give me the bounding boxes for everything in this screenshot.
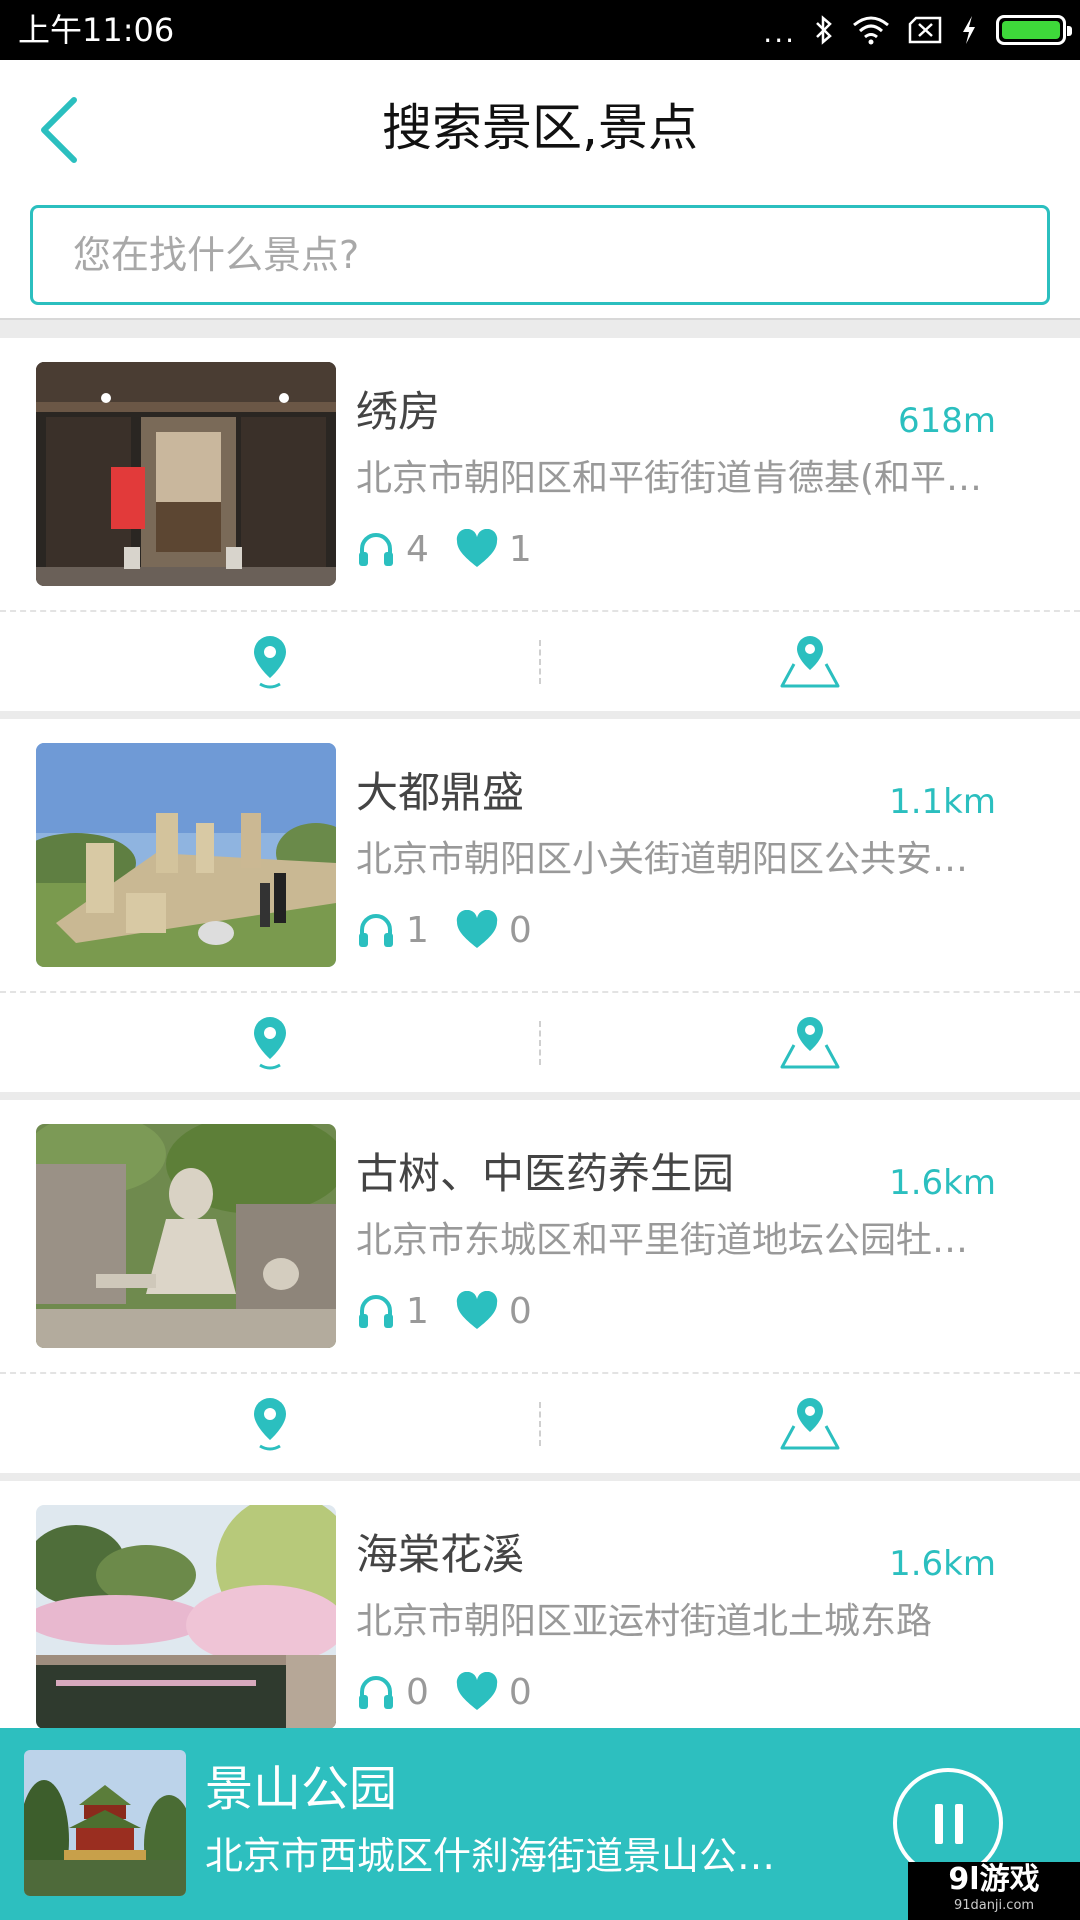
listen-count-value: 0 [406,1671,429,1713]
search-input[interactable] [33,208,1047,302]
spot-thumbnail[interactable] [36,1124,336,1348]
status-time: 上午11:06 [18,11,175,49]
spot-stats: 1 0 [356,905,558,955]
spot-name: 海棠花溪 [356,1530,525,1579]
no-sim-icon [908,16,942,44]
locate-button[interactable] [0,1374,540,1473]
site-watermark: 9l游戏 91danji.com [908,1862,1080,1920]
spot-thumbnail[interactable] [36,743,336,967]
spot-address: 北京市东城区和平里街道地坛公园牡… [356,1220,969,1261]
player-thumbnail[interactable] [24,1750,186,1896]
map-pin-icon [780,1397,840,1449]
spot-distance: 1.1km [889,782,996,822]
map-navigate-button[interactable] [540,1374,1080,1473]
map-pin-icon [780,635,840,687]
spot-thumbnail[interactable] [36,362,336,586]
spot-card[interactable]: 绣房 618m 北京市朝阳区和平街街道肯德基(和平… 4 1 [0,338,1080,719]
listen-count: 0 [356,1672,429,1713]
spot-stats: 4 1 [356,524,558,574]
spot-actions [0,1374,1080,1473]
location-pin-icon [254,635,286,688]
spot-list: 绣房 618m 北京市朝阳区和平街街道肯德基(和平… 4 1 大都鼎盛 1.1k… [0,338,1080,1862]
location-pin-icon [254,1016,286,1069]
location-pin-icon [254,1397,286,1450]
battery-icon [996,15,1072,45]
watermark-url: 91danji.com [953,1898,1035,1913]
spot-actions [0,993,1080,1092]
section-divider [0,318,1080,338]
spot-distance: 1.6km [889,1544,996,1584]
like-count-value: 1 [508,528,532,570]
like-count-value: 0 [508,1671,532,1713]
locate-button[interactable] [0,612,540,711]
spot-actions [0,612,1080,711]
status-bar: 上午11:06 ... [0,0,1080,60]
heart-icon [456,529,498,567]
wifi-icon [853,16,889,45]
bluetooth-icon [816,15,832,45]
like-count-value: 0 [508,1290,532,1332]
spot-name: 古树、中医药养生园 [356,1149,735,1198]
player-address: 北京市西城区什刹海街道景山公… [205,1834,776,1878]
spot-address: 北京市朝阳区和平街街道肯德基(和平… [356,458,983,499]
heart-icon [456,1672,498,1710]
spot-card[interactable]: 古树、中医药养生园 1.6km 北京市东城区和平里街道地坛公园牡… 1 0 [0,1100,1080,1481]
player-title: 景山公园 [205,1761,398,1817]
locate-button[interactable] [0,993,540,1092]
spot-distance: 1.6km [889,1163,996,1203]
like-count-value: 0 [508,909,532,951]
like-count: 0 [455,1291,532,1332]
heart-icon [456,1291,498,1329]
charging-icon [963,16,975,44]
like-count: 0 [455,910,532,951]
listen-count-value: 4 [406,528,429,570]
spot-name: 大都鼎盛 [356,768,525,817]
spot-stats: 0 0 [356,1667,558,1717]
map-pin-icon [780,1016,840,1068]
spot-address: 北京市朝阳区亚运村街道北土城东路 [356,1601,933,1642]
status-icons: ... [763,12,1072,49]
headphones-icon [359,1295,393,1328]
spot-address: 北京市朝阳区小关街道朝阳区公共安… [356,839,969,880]
spot-name: 绣房 [356,387,441,436]
spot-distance: 618m [897,401,996,441]
listen-count-value: 1 [406,909,429,951]
headphones-icon [359,1676,393,1709]
spot-card[interactable]: 大都鼎盛 1.1km 北京市朝阳区小关街道朝阳区公共安… 1 0 [0,719,1080,1100]
listen-count-value: 1 [406,1290,429,1332]
listen-count: 4 [356,529,429,570]
like-count: 1 [455,529,532,570]
audio-player-bar[interactable]: 景山公园 北京市西城区什刹海街道景山公… 9l游戏 91danji.com [0,1728,1080,1920]
more-dots-icon: ... [763,16,796,49]
spot-thumbnail[interactable] [36,1505,336,1729]
spot-stats: 1 0 [356,1286,558,1336]
map-navigate-button[interactable] [540,993,1080,1092]
page-title: 搜索景区,景点 [382,99,698,157]
app-header: 搜索景区,景点 [0,60,1080,200]
like-count: 0 [455,1672,532,1713]
search-box[interactable] [30,205,1050,305]
listen-count: 1 [356,910,429,951]
watermark-logo-text: 9l游戏 [948,1862,1040,1897]
headphones-icon [359,533,393,566]
map-navigate-button[interactable] [540,612,1080,711]
listen-count: 1 [356,1291,429,1332]
heart-icon [456,910,498,948]
headphones-icon [359,914,393,947]
